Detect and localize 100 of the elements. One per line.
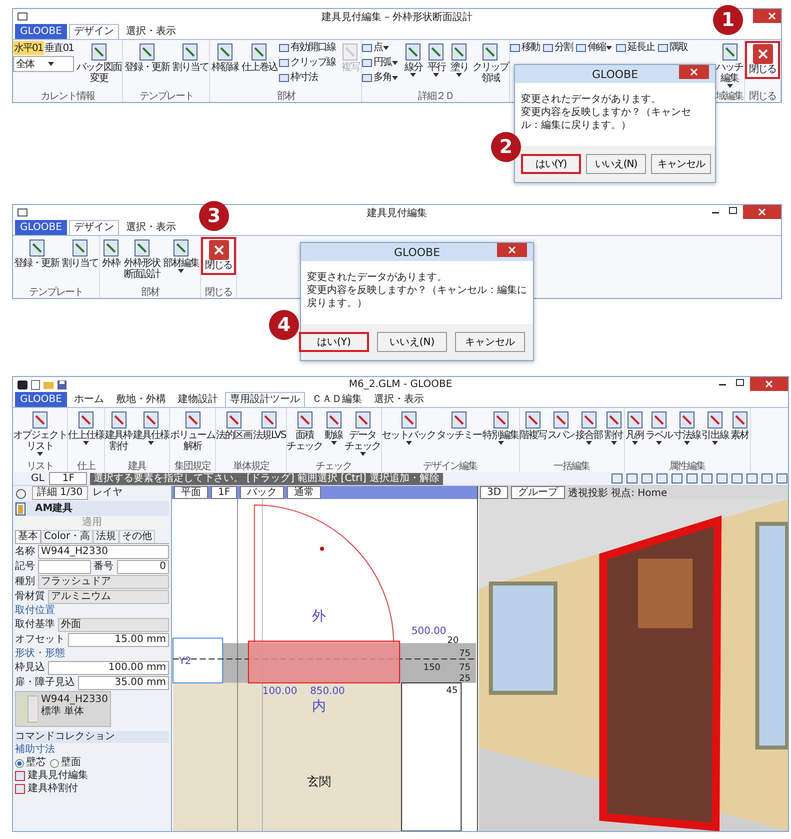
toolbar-icon[interactable]	[686, 473, 698, 484]
toolbar-icon[interactable]	[716, 473, 728, 484]
ribbon-button[interactable]: 面積 チェック	[286, 409, 323, 452]
ribbon-button[interactable]: 円弧	[362, 56, 398, 69]
ribbon-button[interactable]: 素材	[730, 409, 750, 441]
ribbon-tab[interactable]: 専用設計ツール	[224, 392, 305, 407]
toolbar-icon[interactable]	[731, 473, 743, 484]
property-tab[interactable]: 基本	[15, 530, 41, 543]
door-depth-field[interactable]: 35.00 mm	[78, 676, 169, 690]
floor-field[interactable]: 1F	[49, 472, 88, 485]
material-dropdown[interactable]: アルミニウム	[48, 590, 169, 604]
view-tab[interactable]: バック	[240, 486, 284, 499]
ribbon-button[interactable]: 延長止	[616, 41, 654, 54]
ribbon-button[interactable]: 仕上巻込	[240, 41, 278, 73]
ribbon-tab[interactable]: GLOOBE	[15, 24, 67, 39]
ribbon-button[interactable]: ボリューム 解析	[170, 409, 215, 452]
close-button[interactable]	[743, 205, 781, 219]
view-tab[interactable]: 3D	[480, 486, 508, 499]
ribbon-button[interactable]: 引出線	[702, 409, 729, 445]
command-item[interactable]: 建具見付編集	[15, 770, 169, 782]
toolbar-icon[interactable]	[776, 473, 788, 484]
close-button[interactable]	[679, 65, 709, 79]
ribbon-tab[interactable]: デザイン	[68, 220, 119, 235]
ribbon-button[interactable]: 点	[362, 41, 398, 54]
view-toggle[interactable]: 垂直01	[44, 41, 74, 55]
property-tab[interactable]: その他	[119, 530, 156, 543]
ribbon-tab[interactable]: GLOOBE	[15, 220, 67, 235]
ribbon-button[interactable]: 寸法線	[674, 409, 701, 445]
ribbon-tab[interactable]: 敷地・外構	[110, 392, 171, 407]
ribbon-button[interactable]: タッチミー	[436, 409, 482, 441]
ribbon-tab[interactable]: 建物設計	[172, 392, 223, 407]
ribbon-button[interactable]: 法的区画	[216, 409, 252, 441]
toolbar-icon[interactable]	[641, 473, 653, 484]
ribbon-button[interactable]: 枠額縁	[210, 41, 240, 73]
view-tab[interactable]: グループ	[511, 486, 566, 499]
offset-field[interactable]: 15.00 mm	[68, 633, 169, 647]
ribbon-button[interactable]: 法規LVS	[253, 409, 286, 441]
view-tab[interactable]: 通常	[287, 486, 322, 499]
save-icon[interactable]	[57, 380, 67, 390]
radio-option[interactable]: 壁芯	[15, 757, 46, 769]
toolbar-icon[interactable]	[746, 473, 758, 484]
ribbon-button[interactable]: 割付	[604, 409, 624, 445]
ribbon-button[interactable]: 建具仕様	[133, 409, 169, 445]
ribbon-button[interactable]: 建具枠 割付	[105, 409, 132, 452]
close-button[interactable]: 閉じる	[745, 41, 780, 79]
symbol-field[interactable]	[38, 560, 90, 574]
dialog-button[interactable]: キャンセル	[651, 154, 711, 174]
ribbon-button[interactable]: 動線	[324, 409, 344, 445]
ribbon-button[interactable]: 伸縮	[576, 41, 612, 54]
property-tab[interactable]: 法規	[93, 530, 120, 543]
radio-option[interactable]: 壁面	[50, 757, 81, 769]
dialog-button[interactable]: いいえ(N)	[377, 332, 447, 352]
ribbon-button[interactable]: クリップ線	[279, 56, 336, 69]
ribbon-button[interactable]: 凡例	[624, 409, 645, 445]
command-item[interactable]: 建具枠割付	[15, 783, 169, 795]
ribbon-button[interactable]: 枠寸法	[279, 71, 336, 84]
toolbar-icon[interactable]	[626, 473, 638, 484]
ribbon-button[interactable]: 接合部	[576, 409, 603, 445]
ribbon-tab[interactable]: ホーム	[68, 392, 109, 407]
ribbon-tab[interactable]: ＣＡＤ編集	[306, 392, 367, 407]
close-button[interactable]: 閉じる	[201, 237, 236, 275]
ribbon-button[interactable]: 仕上仕様	[68, 409, 104, 445]
toolbar-icon[interactable]	[656, 473, 668, 484]
ribbon-button[interactable]: スパン	[548, 409, 575, 441]
property-tab[interactable]: Color・高	[41, 530, 94, 543]
ribbon-button[interactable]: 多角	[362, 71, 398, 84]
toolbar-icon[interactable]	[671, 473, 683, 484]
door-preview-card[interactable]: W944_H2330 標準 単体	[15, 691, 111, 727]
frame-depth-field[interactable]: 100.00 mm	[48, 661, 169, 675]
toolbar-icon[interactable]	[611, 473, 623, 484]
view-tab[interactable]: 平面	[174, 486, 208, 499]
ribbon-button[interactable]: 登録・更新	[13, 237, 60, 269]
ribbon-tab[interactable]: 選択・表示	[368, 392, 429, 407]
ribbon-button[interactable]: クリップ 領域	[471, 41, 510, 84]
name-field[interactable]: W944_H2330	[38, 545, 169, 559]
ribbon-button[interactable]: データ チェック	[344, 409, 381, 456]
ribbon-tab[interactable]: GLOOBE	[15, 392, 67, 407]
ribbon-button[interactable]: ハッチ 編集	[715, 41, 744, 88]
ribbon-tab[interactable]: 選択・表示	[120, 220, 181, 235]
ribbon-button[interactable]: 分割	[543, 41, 572, 54]
ribbon-button[interactable]: 登録・更新	[123, 41, 170, 73]
dialog-button[interactable]: いいえ(N)	[586, 154, 646, 174]
type-dropdown[interactable]: フラッシュドア	[38, 575, 169, 589]
ribbon-button[interactable]: 移動	[510, 41, 540, 54]
scope-dropdown[interactable]: 全体	[13, 56, 74, 72]
close-button[interactable]	[753, 9, 781, 23]
view-tab[interactable]: 1F	[211, 486, 238, 499]
ribbon-button[interactable]: 特別編集	[482, 409, 519, 445]
ribbon-button[interactable]: バック図面 変更	[75, 41, 122, 84]
base-dropdown[interactable]: 外面	[58, 618, 169, 632]
ribbon-button[interactable]: ラベル	[646, 409, 673, 445]
scale-dropdown[interactable]: 詳細 1/30	[32, 486, 88, 500]
ribbon-button[interactable]: 隅取	[658, 41, 688, 54]
ribbon-button[interactable]: 塗り	[448, 41, 470, 77]
close-button[interactable]	[497, 243, 527, 257]
new-file-icon[interactable]	[31, 380, 40, 390]
ribbon-button[interactable]: 外枠形状 断面設計	[123, 237, 161, 280]
number-field[interactable]: 0	[116, 560, 169, 574]
layer-button[interactable]: レイヤ	[92, 487, 123, 499]
toolbar-icon[interactable]	[761, 473, 773, 484]
